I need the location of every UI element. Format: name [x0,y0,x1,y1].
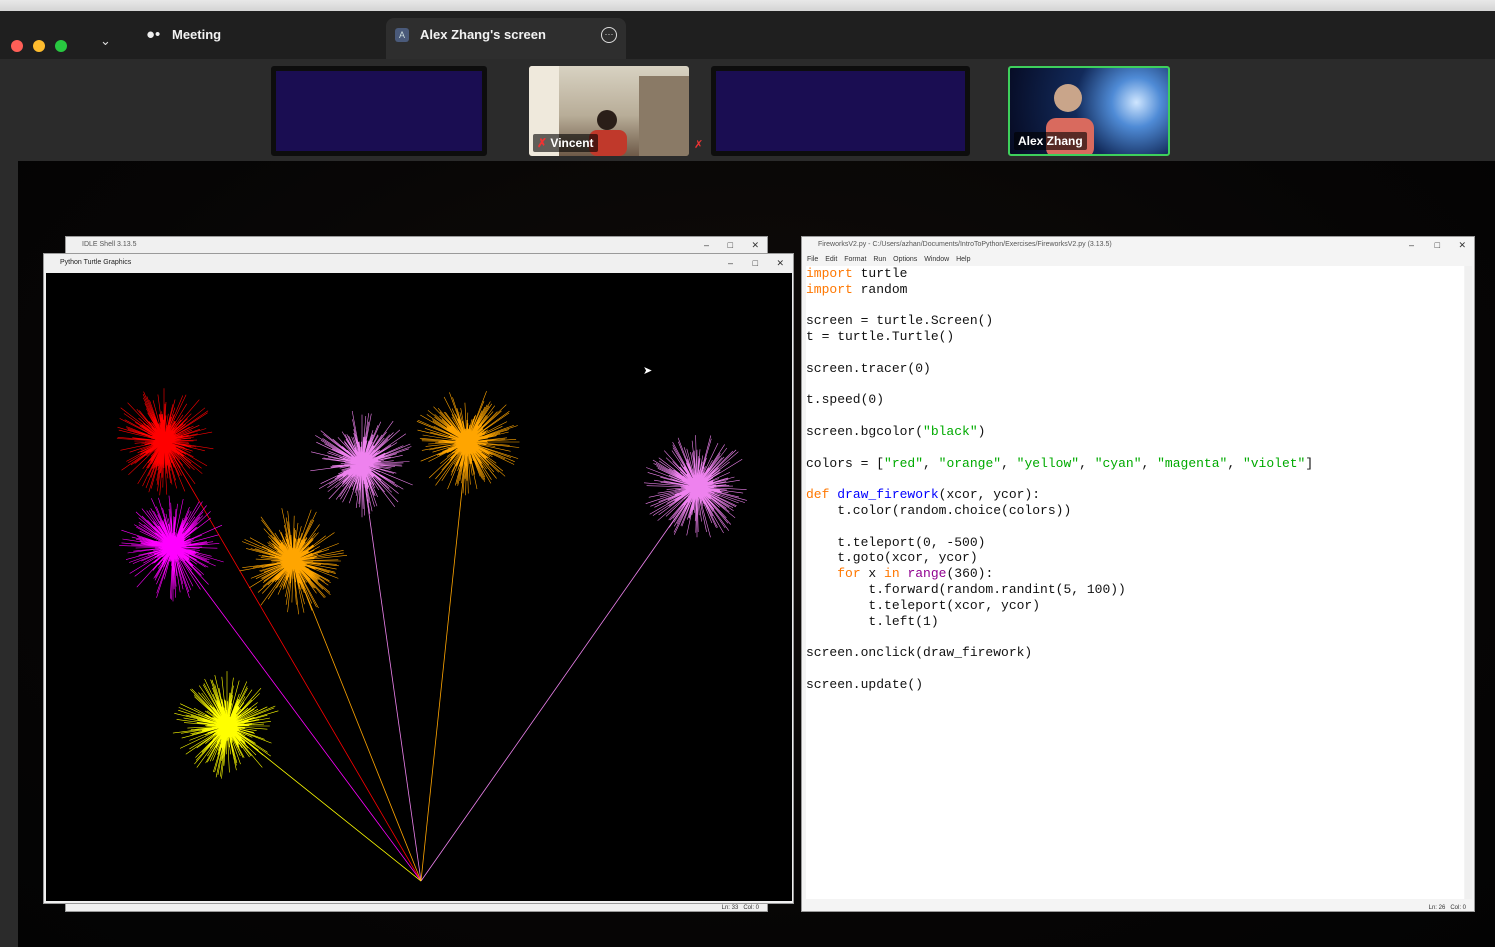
firework-trail [163,440,422,882]
firework-orange [239,508,422,882]
menu-edit[interactable]: Edit [825,254,837,266]
code-line: screen.onclick(draw_firework) [806,645,1033,661]
chevron-down-icon[interactable]: ⌄ [100,33,111,49]
share-tab-label: Alex Zhang's screen [420,27,546,42]
firework-yellow [172,671,422,882]
close-icon[interactable]: ✕ [776,255,784,271]
code-line: colors = ["red", "orange", "yellow", "cy… [806,455,1314,471]
code-line: screen = turtle.Screen() [806,313,994,329]
firework-burst [416,390,520,496]
firework-trail [420,441,468,882]
code-line: screen.update() [806,676,924,692]
meeting-title: Meeting [172,27,222,42]
firework-orange [416,390,520,882]
participant-name-alex-zhang: Alex Zhang [1014,132,1087,150]
firework-burst [116,388,214,496]
code-line: t.goto(xcor, ycor) [806,550,978,566]
editor-menu-bar: File Edit Format Run Options Window Help [802,254,1474,266]
code-line: t.teleport(xcor, ycor) [806,597,1041,613]
menu-format[interactable]: Format [844,254,866,266]
participant-tile-alex-zhang[interactable]: Alex Zhang [1008,66,1170,156]
minimize-icon[interactable]: – [1409,237,1414,253]
code-line: import random [806,281,908,297]
firework-burst [119,495,224,602]
code-line: t.forward(random.randint(5, 100)) [806,581,1126,597]
more-options-icon[interactable]: ··· [601,27,617,43]
idle-shell-status: Ln: 33 Col: 0 [721,905,759,911]
zoom-window-button[interactable] [55,40,67,52]
firework-burst [172,671,279,779]
code-line: import turtle [806,266,908,281]
editor-status: Ln: 26 Col: 0 [1428,905,1466,911]
menu-options[interactable]: Options [893,254,917,266]
code-line: for x in range(360): [837,566,994,582]
close-window-button[interactable] [11,40,23,52]
editor-title: FireworksV2.py - C:/Users/azhan/Document… [818,241,1112,248]
close-icon[interactable]: ✕ [1458,237,1466,253]
maximize-icon[interactable]: □ [728,237,733,253]
code-line: t.speed(0) [806,392,885,408]
code-editor[interactable]: import turtle import random screen = turt… [806,266,1464,899]
share-avatar: A [395,28,409,42]
code-line: t.left(1) [806,613,939,629]
muted-mic-icon: ✗ [537,136,548,150]
maximize-icon[interactable]: □ [753,255,758,271]
os-top-strip [0,0,1495,11]
code-line: t.teleport(0, -500) [806,534,986,550]
editor-scrollbar[interactable] [1465,266,1472,899]
turtle-window-title: Python Turtle Graphics [60,259,132,266]
code-line: screen.bgcolor("black") [806,423,986,439]
close-icon[interactable]: ✕ [751,237,759,253]
idle-shell-title: IDLE Shell 3.13.5 [82,241,137,248]
code-line: screen.tracer(0) [806,360,931,376]
firework-trail [361,463,422,882]
turtle-canvas[interactable]: ➤ [46,273,792,901]
minimize-icon[interactable]: – [704,237,709,253]
participant-tile-blank[interactable] [271,66,487,156]
editor-window[interactable]: FireworksV2.py - C:/Users/azhan/Document… [802,237,1474,911]
minimize-icon[interactable]: – [728,255,733,271]
menu-run[interactable]: Run [873,254,886,266]
code-line: def draw_firework(xcor, ycor): [806,487,1041,503]
code-line: t = turtle.Turtle() [806,329,955,345]
firework-burst [310,410,413,518]
firework-burst [643,435,747,538]
minimize-window-button[interactable] [33,40,45,52]
code-line: t.color(random.choice(colors)) [806,502,1072,518]
menu-help[interactable]: Help [956,254,970,266]
participant-tile-blank[interactable] [711,66,970,156]
muted-mic-icon: ✗ [694,139,704,151]
firework-violet [420,435,747,882]
participant-tile-vincent[interactable]: ✗ Vincent [529,66,689,156]
fireworks-drawing [116,388,747,882]
menu-window[interactable]: Window [924,254,949,266]
mouse-cursor-icon: ➤ [643,365,653,377]
participant-name-vincent: ✗ Vincent [533,134,598,152]
menu-file[interactable]: File [807,254,818,266]
firework-trail [420,486,698,882]
people-icon: ●• [146,26,161,43]
firework-trail [292,560,422,882]
share-tab[interactable]: A Alex Zhang's screen ··· [386,18,626,59]
meeting-title-bar: ⌄ ●• Meeting [0,11,1495,59]
maximize-icon[interactable]: □ [1435,237,1440,253]
